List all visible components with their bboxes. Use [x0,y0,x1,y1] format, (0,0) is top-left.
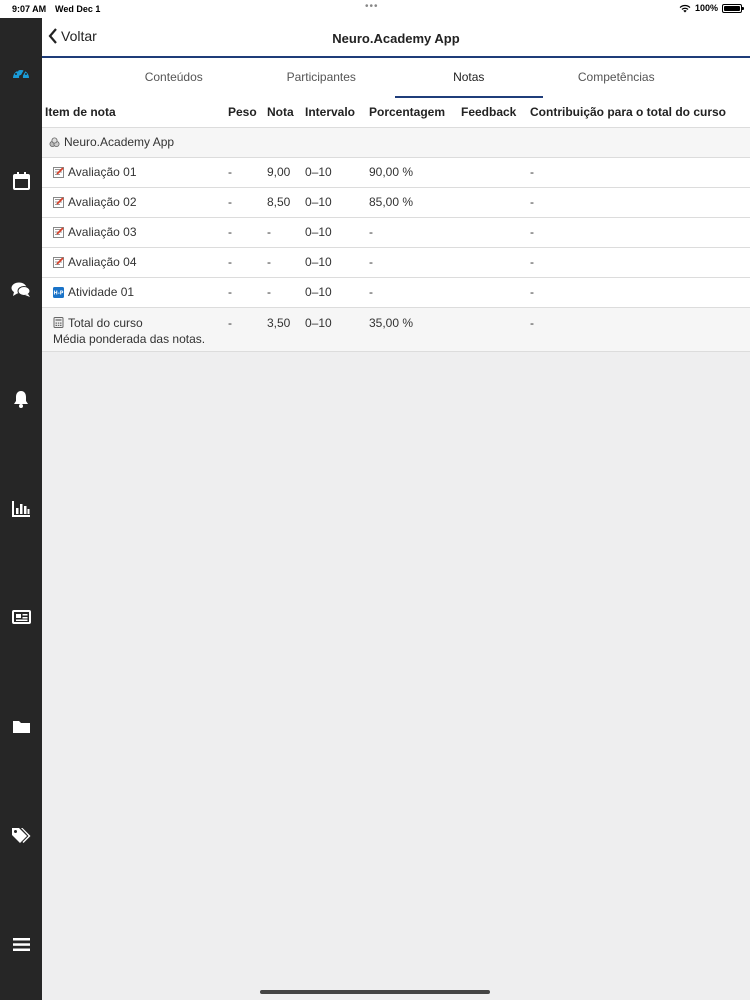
assignment-icon [53,226,64,238]
folder-icon[interactable] [11,716,31,736]
peso-cell: - [225,216,264,247]
feedback-cell [458,306,527,352]
table-row[interactable]: Avaliação 04 - - 0–10 - - [42,246,750,277]
grade-item-name[interactable]: Avaliação 04 [68,255,137,269]
status-bar: 9:07 AM Wed Dec 1 ••• 100% [0,0,750,18]
table-row[interactable]: Avaliação 02 - 8,50 0–10 85,00 % - [42,186,750,217]
header-bar: Voltar Neuro.Academy App [42,18,750,58]
grade-item-name[interactable]: Avaliação 02 [68,195,137,209]
battery-icon [722,3,744,13]
nota-cell: - [264,276,302,307]
battery-percent: 100% [694,3,718,13]
status-right: 100% [679,3,744,13]
feedback-cell [458,156,527,187]
news-icon[interactable] [11,607,31,627]
messages-icon[interactable] [11,280,31,300]
grade-item-name[interactable]: Avaliação 01 [68,165,137,179]
porcentagem-cell: 85,00 % [366,186,458,217]
porcentagem-cell: - [366,246,458,277]
tab-bar: Conteúdos Participantes Notas Competênci… [42,58,750,98]
nota-cell: 8,50 [264,186,302,217]
wifi-icon [679,4,691,12]
bar-chart-icon[interactable] [11,498,31,518]
column-header: Item de nota [42,98,225,127]
svg-text:H-P: H-P [54,290,64,296]
assignment-icon [53,166,64,178]
category-icon [49,137,60,147]
intervalo-cell: 0–10 [302,246,366,277]
dashboard-icon[interactable] [11,62,31,82]
table-header-row: Item de nota Peso Nota Intervalo Porcent… [42,98,750,127]
bell-icon[interactable] [11,389,31,409]
tab-conteudos[interactable]: Conteúdos [100,58,248,98]
table-row[interactable]: Avaliação 03 - - 0–10 - - [42,216,750,247]
contribuicao-cell: - [527,156,750,187]
sidebar [0,18,42,1000]
total-label: Total do curso [68,315,143,330]
peso-cell: - [225,156,264,187]
column-header: Feedback [458,98,527,127]
grade-item-name[interactable]: Atividade 01 [68,285,134,299]
porcentagem-cell: - [366,216,458,247]
contribuicao-cell: - [527,306,750,352]
contribuicao-cell: - [527,276,750,307]
column-header: Peso [225,98,264,127]
feedback-cell [458,276,527,307]
intervalo-cell: 0–10 [302,216,366,247]
h5p-icon: H-P [53,286,64,298]
tab-participantes[interactable]: Participantes [248,58,396,98]
calculator-icon [53,317,64,328]
peso-cell: - [225,246,264,277]
category-name: Neuro.Academy App [64,135,175,149]
contribuicao-cell: - [527,246,750,277]
intervalo-cell: 0–10 [302,276,366,307]
peso-cell: - [225,276,264,307]
status-time: 9:07 AM [12,4,47,14]
assignment-icon [53,256,64,268]
tags-icon[interactable] [11,825,31,845]
table-row[interactable]: H-P Atividade 01 - - 0–10 - - [42,276,750,307]
tab-notas[interactable]: Notas [395,58,543,98]
feedback-cell [458,186,527,217]
page-title: Neuro.Academy App [332,31,460,46]
intervalo-cell: 0–10 [302,186,366,217]
intervalo-cell: 0–10 [302,306,366,352]
intervalo-cell: 0–10 [302,156,366,187]
assignment-icon [53,196,64,208]
porcentagem-cell: 90,00 % [366,156,458,187]
course-total-row: Total do curso Média ponderada das notas… [42,306,750,352]
nota-cell: - [264,246,302,277]
multitasking-dots-icon[interactable]: ••• [365,1,379,12]
calendar-icon[interactable] [11,171,31,191]
total-subtitle: Média ponderada das notas. [53,331,206,346]
feedback-cell [458,246,527,277]
menu-icon[interactable] [11,934,31,954]
porcentagem-cell: - [366,276,458,307]
category-row: Neuro.Academy App [42,126,750,157]
contribuicao-cell: - [527,186,750,217]
nota-cell: - [264,216,302,247]
contribuicao-cell: - [527,216,750,247]
column-header: Nota [264,98,302,127]
grade-item-name[interactable]: Avaliação 03 [68,225,137,239]
nota-cell: 9,00 [264,156,302,187]
tab-competencias[interactable]: Competências [543,58,691,98]
column-header: Porcentagem [366,98,458,127]
feedback-cell [458,216,527,247]
porcentagem-cell: 35,00 % [366,306,458,352]
column-header: Intervalo [302,98,366,127]
nota-cell: 3,50 [264,306,302,352]
grades-table: Item de nota Peso Nota Intervalo Porcent… [42,98,750,352]
column-header: Contribuição para o total do curso [527,98,750,127]
table-row[interactable]: Avaliação 01 - 9,00 0–10 90,00 % - [42,156,750,187]
status-date: Wed Dec 1 [55,4,101,14]
home-indicator[interactable] [260,990,490,994]
peso-cell: - [225,186,264,217]
peso-cell: - [225,306,264,352]
